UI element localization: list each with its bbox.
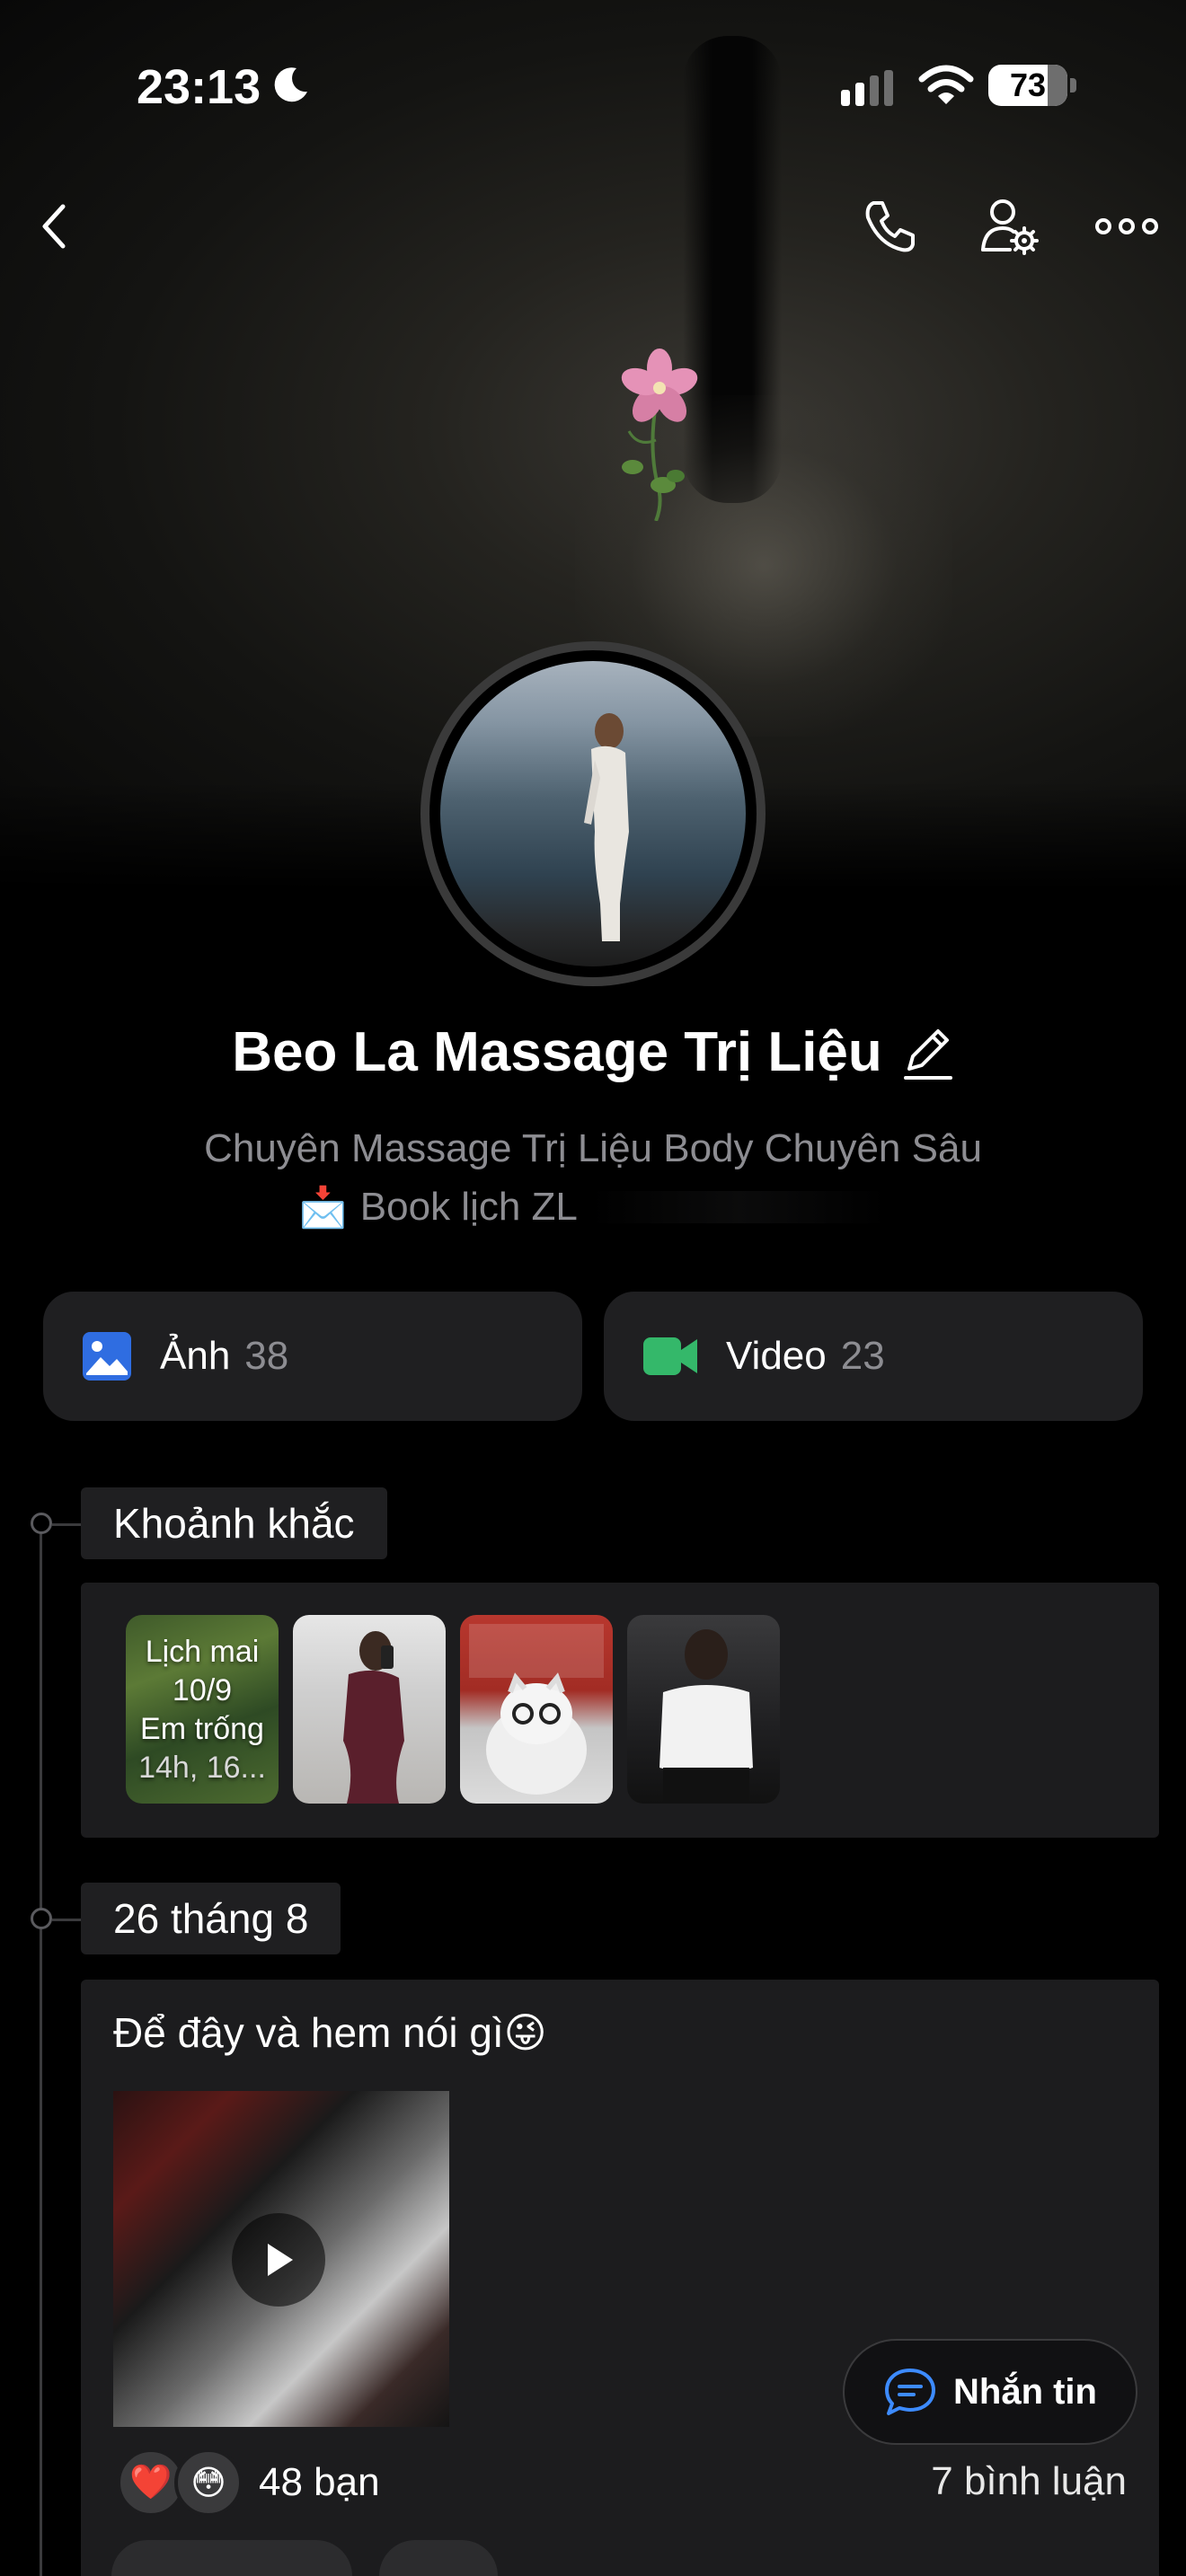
edit-pencil-icon[interactable] bbox=[902, 1024, 954, 1081]
battery-icon: 73 bbox=[988, 65, 1076, 106]
wifi-icon bbox=[918, 65, 974, 104]
flushed-face-reaction-icon: 😳 bbox=[174, 2448, 243, 2517]
comment-button[interactable] bbox=[379, 2540, 498, 2576]
post-text: Để đây và hem nói gì😜 bbox=[113, 2009, 547, 2056]
cellular-signal-icon bbox=[841, 70, 893, 106]
moment-thumb-image bbox=[659, 1629, 753, 1804]
moment-thumb-image bbox=[469, 1624, 604, 1795]
profile-name: Beo La Massage Trị Liệu bbox=[232, 1021, 882, 1083]
like-button[interactable] bbox=[111, 2540, 352, 2576]
phone-icon bbox=[865, 201, 915, 252]
message-button-label: Nhắn tin bbox=[953, 2371, 1097, 2412]
profile-settings-button[interactable] bbox=[974, 190, 1046, 262]
videos-count: 23 bbox=[840, 1334, 885, 1378]
message-button[interactable]: Nhắn tin bbox=[843, 2339, 1137, 2445]
status-bar: 23:13 73 bbox=[0, 0, 1186, 171]
reaction-count: 48 bạn bbox=[259, 2460, 380, 2504]
moment-thumb-line: Lịch mai bbox=[145, 1635, 260, 1669]
more-button[interactable] bbox=[1091, 190, 1163, 262]
photo-icon bbox=[83, 1332, 131, 1381]
photos-count: 38 bbox=[244, 1334, 289, 1378]
more-icon bbox=[1095, 218, 1158, 234]
moment-thumb[interactable] bbox=[293, 1615, 446, 1804]
timeline-dot bbox=[31, 1908, 52, 1929]
play-button[interactable] bbox=[232, 2213, 325, 2307]
battery-level: 73 bbox=[1009, 66, 1047, 103]
moment-thumb[interactable]: Lịch mai 10/9 Em trống 14h, 16... bbox=[126, 1615, 279, 1804]
call-button[interactable] bbox=[854, 190, 925, 262]
date-header: 26 tháng 8 bbox=[81, 1883, 341, 1954]
comment-count[interactable]: 7 bình luận bbox=[931, 2459, 1127, 2504]
photos-label: Ảnh bbox=[160, 1334, 231, 1378]
timeline-dot bbox=[31, 1513, 52, 1534]
post-video-thumbnail[interactable] bbox=[113, 2091, 449, 2427]
timeline-branch bbox=[52, 1523, 83, 1526]
avatar-person bbox=[584, 713, 629, 941]
timeline-branch bbox=[52, 1919, 83, 1921]
moments-panel: Lịch mai 10/9 Em trống 14h, 16... bbox=[81, 1583, 1159, 1838]
play-icon bbox=[268, 2244, 293, 2276]
moment-thumb[interactable] bbox=[460, 1615, 613, 1804]
chat-bubble-icon bbox=[885, 2369, 935, 2415]
envelope-emoji-icon: 📩 bbox=[298, 1186, 348, 1230]
reaction-summary[interactable]: ❤️ 😳 48 bạn bbox=[117, 2448, 380, 2517]
back-chevron-icon bbox=[42, 204, 66, 249]
video-camera-icon bbox=[643, 1337, 697, 1375]
videos-button[interactable]: Video 23 bbox=[604, 1292, 1143, 1421]
moment-thumb-image bbox=[343, 1631, 404, 1804]
moment-thumb-line: Em trống bbox=[140, 1712, 264, 1746]
bio-line-2-text: Book lịch ZL bbox=[359, 1185, 578, 1229]
moment-thumb-line: 10/9 bbox=[172, 1673, 233, 1707]
moment-thumb[interactable] bbox=[627, 1615, 780, 1804]
bio-line-1: Chuyên Massage Trị Liệu Body Chuyên Sâu bbox=[204, 1126, 982, 1170]
flower-image bbox=[621, 348, 698, 521]
moment-thumb-line: 14h, 16... bbox=[138, 1751, 266, 1785]
avatar[interactable] bbox=[420, 641, 766, 986]
moon-icon bbox=[274, 67, 307, 102]
bio-line-2: 📩 Book lịch ZL bbox=[298, 1184, 887, 1231]
videos-label: Video bbox=[726, 1334, 827, 1378]
moments-header: Khoảnh khắc bbox=[81, 1487, 387, 1559]
avatar-image bbox=[440, 661, 746, 966]
status-time: 23:13 bbox=[137, 60, 261, 114]
back-button[interactable] bbox=[18, 190, 90, 262]
redacted-text bbox=[589, 1191, 887, 1223]
user-settings-icon bbox=[981, 199, 1039, 255]
timeline-line bbox=[40, 1518, 42, 2576]
post-card: Để đây và hem nói gì😜 ❤️ 😳 48 bạn 7 bình… bbox=[81, 1980, 1159, 2576]
photos-button[interactable]: Ảnh 38 bbox=[43, 1292, 582, 1421]
